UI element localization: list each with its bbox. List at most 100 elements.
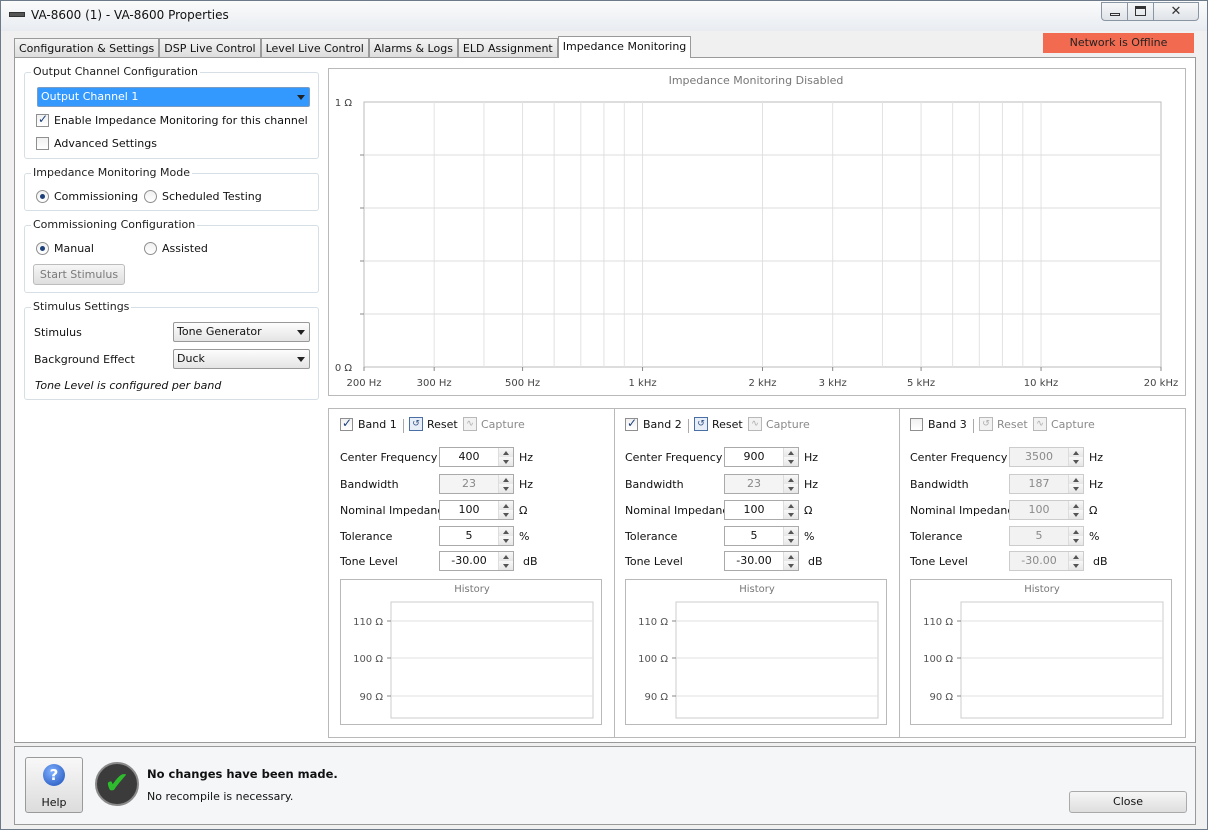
x-tick-label: 5 kHz <box>907 378 935 389</box>
spin-down-icon[interactable] <box>784 561 798 570</box>
spin-down-icon[interactable] <box>1069 457 1083 466</box>
history-y-tick-label: 110 Ω <box>923 617 953 628</box>
field-spinner[interactable]: -30.00 <box>439 551 514 571</box>
spin-up-icon[interactable] <box>1069 527 1083 536</box>
window-title: VA-8600 (1) - VA-8600 Properties <box>31 8 229 22</box>
field-spinner[interactable]: 100 <box>1009 500 1084 520</box>
spinner-buttons <box>783 552 798 570</box>
manual-radio[interactable] <box>36 242 49 255</box>
spin-down-icon[interactable] <box>784 536 798 545</box>
field-spinner[interactable]: 5 <box>439 526 514 546</box>
band-1-capture-button[interactable]: ∿ Capture <box>463 416 525 434</box>
spin-up-icon[interactable] <box>1069 448 1083 457</box>
reset-label: Reset <box>997 418 1028 431</box>
spin-down-icon[interactable] <box>499 484 513 493</box>
history-plot-area <box>675 601 879 719</box>
spin-up-icon[interactable] <box>784 501 798 510</box>
spin-up-icon[interactable] <box>1069 552 1083 561</box>
band-2-capture-button[interactable]: ∿ Capture <box>748 416 810 434</box>
field-spinner[interactable]: 3500 <box>1009 447 1084 467</box>
field-value: 5 <box>750 529 758 542</box>
close-button[interactable]: Close <box>1069 791 1187 813</box>
spin-down-icon[interactable] <box>784 484 798 493</box>
maximize-button[interactable] <box>1128 3 1154 20</box>
spin-down-icon[interactable] <box>499 561 513 570</box>
field-spinner[interactable]: 23 <box>439 474 514 494</box>
field-unit: Ω <box>804 504 813 517</box>
field-spinner[interactable]: 100 <box>724 500 799 520</box>
commissioning-radio[interactable] <box>36 190 49 203</box>
assisted-radio[interactable] <box>144 242 157 255</box>
spin-up-icon[interactable] <box>499 552 513 561</box>
field-spinner[interactable]: 5 <box>724 526 799 546</box>
spin-up-icon[interactable] <box>499 501 513 510</box>
field-spinner[interactable]: -30.00 <box>724 551 799 571</box>
close-window-button[interactable]: ✕ <box>1154 3 1198 20</box>
spin-up-icon[interactable] <box>1069 475 1083 484</box>
spin-down-icon[interactable] <box>499 510 513 519</box>
field-label: Tone Level <box>910 555 968 568</box>
history-chart-svg: History 110 Ω 100 Ω 90 Ω <box>923 584 1164 719</box>
spin-down-icon[interactable] <box>1069 510 1083 519</box>
commissioning-label: Commissioning <box>54 190 139 203</box>
tab-eld-assignment[interactable]: ELD Assignment <box>457 38 558 58</box>
stimulus-select[interactable]: Tone Generator <box>173 322 310 342</box>
app-icon <box>9 12 25 17</box>
spin-down-icon[interactable] <box>1069 484 1083 493</box>
field-spinner[interactable]: -30.00 <box>1009 551 1084 571</box>
spinner-buttons <box>1068 448 1083 466</box>
field-spinner[interactable]: 400 <box>439 447 514 467</box>
band-3-label: Band 3 <box>928 418 967 431</box>
band-2-reset-button[interactable]: ↺ Reset <box>694 416 746 434</box>
field-spinner[interactable]: 5 <box>1009 526 1084 546</box>
tab-impedance-monitoring[interactable]: Impedance Monitoring <box>557 36 692 58</box>
minimize-icon <box>1110 13 1120 16</box>
field-spinner[interactable]: 187 <box>1009 474 1084 494</box>
spin-down-icon[interactable] <box>499 457 513 466</box>
monitoring-mode-group: Impedance Monitoring Mode Commissioning … <box>24 166 319 211</box>
tab-configuration-settings[interactable]: Configuration & Settings <box>14 38 160 58</box>
spin-down-icon[interactable] <box>784 510 798 519</box>
spin-up-icon[interactable] <box>1069 501 1083 510</box>
spin-up-icon[interactable] <box>499 448 513 457</box>
minimize-button[interactable] <box>1102 3 1128 20</box>
field-spinner[interactable]: 900 <box>724 447 799 467</box>
spin-down-icon[interactable] <box>1069 561 1083 570</box>
field-spinner[interactable]: 100 <box>439 500 514 520</box>
output-channel-select[interactable]: Output Channel 1 <box>37 87 310 107</box>
spin-down-icon[interactable] <box>499 536 513 545</box>
spin-up-icon[interactable] <box>499 475 513 484</box>
history-y-tick-label: 90 Ω <box>929 692 953 703</box>
tab-level-live-control[interactable]: Level Live Control <box>260 38 369 58</box>
spin-up-icon[interactable] <box>784 527 798 536</box>
help-button[interactable]: ? Help <box>25 757 83 813</box>
scheduled-testing-radio[interactable] <box>144 190 157 203</box>
field-label: Center Frequency <box>340 451 438 464</box>
spinner-buttons <box>1068 552 1083 570</box>
band-3-reset-button[interactable]: ↺ Reset <box>979 416 1031 434</box>
band-2-enable-checkbox[interactable] <box>625 416 638 431</box>
tab-alarms-logs[interactable]: Alarms & Logs <box>368 38 458 58</box>
field-unit: Hz <box>519 478 534 491</box>
band-3-enable-checkbox[interactable] <box>910 418 923 431</box>
band-1-enable-checkbox[interactable] <box>340 416 353 431</box>
field-value: 100 <box>743 503 765 516</box>
advanced-settings-checkbox[interactable] <box>36 137 49 150</box>
toolbar-separator <box>973 419 974 433</box>
field-label: Tone Level <box>625 555 683 568</box>
tab-dsp-live-control[interactable]: DSP Live Control <box>159 38 261 58</box>
enable-monitoring-checkbox[interactable] <box>36 112 49 127</box>
start-stimulus-button[interactable]: Start Stimulus <box>33 264 125 285</box>
field-spinner[interactable]: 23 <box>724 474 799 494</box>
history-y-tick-label: 100 Ω <box>638 654 668 665</box>
spin-up-icon[interactable] <box>784 475 798 484</box>
spin-up-icon[interactable] <box>784 448 798 457</box>
spin-up-icon[interactable] <box>499 527 513 536</box>
spin-up-icon[interactable] <box>784 552 798 561</box>
reset-icon: ↺ <box>979 417 993 431</box>
band-3-capture-button[interactable]: ∿ Capture <box>1033 416 1095 434</box>
spin-down-icon[interactable] <box>1069 536 1083 545</box>
background-effect-select[interactable]: Duck <box>173 349 310 369</box>
spin-down-icon[interactable] <box>784 457 798 466</box>
band-1-reset-button[interactable]: ↺ Reset <box>409 416 461 434</box>
